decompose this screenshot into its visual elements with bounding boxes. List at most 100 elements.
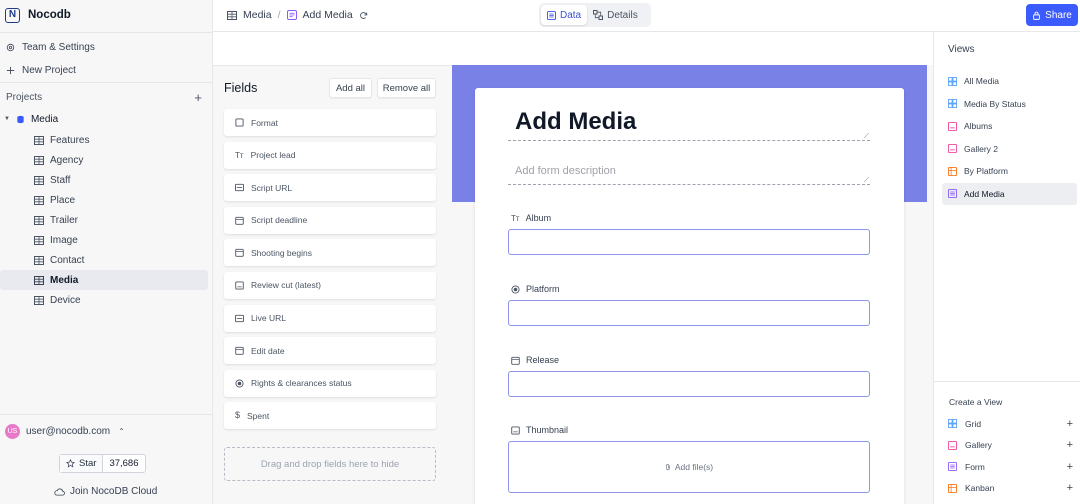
create-gallery-view[interactable]: Gallery + (948, 435, 1073, 457)
sidebar-item-features[interactable]: Features (0, 130, 212, 150)
field-card-rights-status[interactable]: Rights & clearances status (224, 369, 436, 397)
sidebar-item-label: Media (50, 274, 79, 286)
add-icon[interactable]: + (1067, 439, 1073, 451)
sidebar-item-trailer[interactable]: Trailer (0, 210, 212, 230)
tab-data[interactable]: Data (541, 5, 588, 25)
field-card-review-cut[interactable]: Review cut (latest) (224, 271, 436, 299)
view-item-add-media[interactable]: Add Media (942, 182, 1077, 205)
table-icon (34, 195, 44, 205)
sidebar-item-place[interactable]: Place (0, 190, 212, 210)
data-icon (547, 10, 556, 20)
view-item-gallery-2[interactable]: Gallery 2 (942, 138, 1077, 161)
chevron-up-icon[interactable]: ⌃ (118, 427, 125, 436)
create-item-label: Grid (965, 418, 982, 429)
table-icon (34, 295, 44, 305)
breadcrumb: Media / Add Media (227, 9, 368, 21)
sidebar-item-agency[interactable]: Agency (0, 150, 212, 170)
hide-fields-drop-zone[interactable]: Drag and drop fields here to hide (224, 447, 436, 481)
thumbnail-upload[interactable]: Add file(s) (508, 441, 870, 493)
view-item-all-media[interactable]: All Media (942, 70, 1077, 93)
kanban-icon (948, 483, 957, 493)
checkbox-icon (235, 118, 244, 127)
add-all-button[interactable]: Add all (329, 78, 372, 98)
tab-details[interactable]: Details (587, 5, 644, 25)
star-label: Star (79, 458, 97, 469)
field-label: Release (526, 355, 560, 365)
team-settings-link[interactable]: Team & Settings (6, 40, 95, 54)
star-icon (66, 459, 75, 468)
single-select-icon (235, 379, 244, 388)
field-card-label: Edit date (251, 345, 285, 356)
remove-all-button[interactable]: Remove all (377, 78, 436, 98)
field-card-script-deadline[interactable]: Script deadline (224, 206, 436, 234)
add-files-label: Add file(s) (674, 462, 714, 472)
calendar-icon (235, 216, 244, 225)
join-cloud-label: Join NocoDB Cloud (70, 486, 158, 497)
field-card-edit-date[interactable]: Edit date (224, 337, 436, 365)
form-description-input[interactable]: Add form description (515, 165, 616, 177)
calendar-icon (235, 347, 244, 355)
table-icon (34, 155, 44, 165)
form-title[interactable]: Add Media (515, 108, 636, 136)
field-card-label: Shooting begins (251, 247, 312, 258)
sidebar-item-media[interactable]: Media (0, 270, 208, 290)
album-input[interactable] (508, 229, 870, 255)
create-form-view[interactable]: Form + (948, 456, 1073, 478)
view-item-albums[interactable]: Albums (942, 115, 1077, 138)
sidebar-item-staff[interactable]: Staff (0, 170, 212, 190)
sidebar-item-label: Place (50, 194, 76, 206)
calendar-icon (235, 249, 244, 258)
star-button[interactable]: Star (60, 455, 104, 472)
field-card-shooting-begins[interactable]: Shooting begins (224, 239, 436, 267)
brand[interactable]: N Nocodb (5, 7, 71, 23)
view-item-label: Add Media (964, 188, 1005, 199)
field-card-format[interactable]: Format (224, 109, 436, 136)
new-project-link[interactable]: New Project (6, 63, 76, 77)
form-field-platform-label: Platform (511, 284, 560, 294)
field-card-spent[interactable]: $ Spent (224, 402, 436, 430)
create-item-label: Kanban (965, 483, 995, 494)
reload-icon[interactable] (359, 11, 368, 20)
release-date-input[interactable] (508, 371, 870, 397)
gallery-icon (948, 440, 957, 450)
gallery-icon (948, 144, 957, 154)
join-cloud-link[interactable]: Join NocoDB Cloud (54, 486, 157, 497)
user-menu[interactable]: US user@nocodb.com ⌃ (5, 424, 125, 439)
create-kanban-view[interactable]: Kanban + (948, 478, 1073, 500)
sidebar-item-label: Features (50, 134, 90, 146)
resize-handle-icon[interactable]: ⟋ (864, 177, 870, 184)
add-project-plus-icon[interactable]: + (194, 90, 202, 105)
field-card-live-url[interactable]: Live URL (224, 304, 436, 332)
github-star-widget[interactable]: Star 37,686 (59, 454, 146, 473)
breadcrumb-view[interactable]: Add Media (303, 9, 353, 21)
hidden-field-list: Format Tт Project lead Script URL Script… (224, 109, 436, 435)
project-media[interactable]: ▼ Media (4, 112, 58, 126)
sidebar-item-device[interactable]: Device (0, 290, 212, 310)
views-title: Views (948, 44, 975, 55)
grid-icon (948, 419, 957, 429)
add-icon[interactable]: + (1067, 418, 1073, 430)
left-sidebar: N Nocodb Team & Settings New Project Pro… (0, 0, 213, 504)
divider (0, 82, 212, 83)
form-view-icon (286, 10, 297, 20)
app-name: Nocodb (28, 9, 71, 21)
breadcrumb-table[interactable]: Media (243, 9, 272, 21)
gallery-icon (948, 121, 957, 131)
share-button[interactable]: Share (1026, 4, 1078, 26)
create-grid-view[interactable]: Grid + (948, 413, 1073, 435)
field-card-project-lead[interactable]: Tт Project lead (224, 141, 436, 169)
platform-select[interactable] (508, 300, 870, 326)
sidebar-item-image[interactable]: Image (0, 230, 212, 250)
table-icon (34, 175, 44, 185)
resize-handle-icon[interactable]: ⟋ (864, 133, 870, 140)
view-item-by-platform[interactable]: By Platform (942, 160, 1077, 183)
field-card-script-url[interactable]: Script URL (224, 174, 436, 202)
view-item-media-by-status[interactable]: Media By Status (942, 93, 1077, 116)
caret-down-icon[interactable]: ▼ (4, 116, 10, 122)
field-label: Platform (526, 284, 560, 294)
text-type-icon: Tт (235, 150, 244, 160)
add-icon[interactable]: + (1067, 482, 1073, 494)
add-icon[interactable]: + (1067, 461, 1073, 473)
lock-icon (1033, 11, 1040, 20)
sidebar-item-contact[interactable]: Contact (0, 250, 212, 270)
